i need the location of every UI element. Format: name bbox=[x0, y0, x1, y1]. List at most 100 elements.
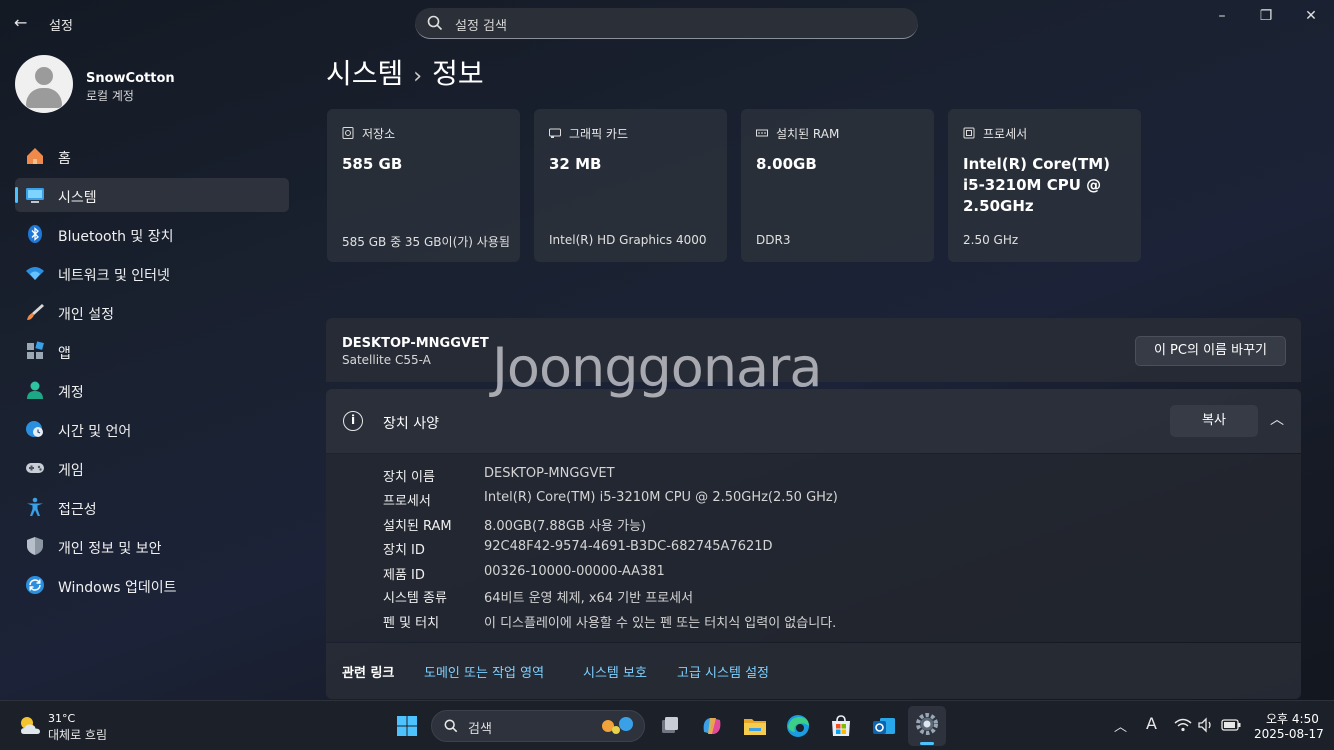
app-title: 설정 bbox=[49, 19, 73, 34]
clock-time[interactable]: 오후 4:50 bbox=[1266, 710, 1319, 727]
storage-card[interactable]: 저장소 585 GB 585 GB 중 35 GB이(가) 사용됨 bbox=[327, 109, 520, 262]
sidebar-item-time-language[interactable]: 시간 및 언어 bbox=[15, 412, 289, 446]
spec-value: 00326-10000-00000-AA381 bbox=[484, 564, 665, 579]
weather-icon[interactable] bbox=[18, 715, 44, 737]
home-icon bbox=[27, 148, 43, 164]
card-label: 그래픽 카드 bbox=[569, 127, 629, 141]
graphics-card-card[interactable]: 그래픽 카드 32 MB Intel(R) HD Graphics 4000 bbox=[534, 109, 727, 262]
sidebar-item-windows-update[interactable]: Windows 업데이트 bbox=[15, 568, 289, 602]
breadcrumb-parent[interactable]: 시스템 bbox=[326, 57, 403, 90]
sidebar-item-personalization[interactable]: 개인 설정 bbox=[15, 295, 289, 329]
profile-name: SnowCotton bbox=[86, 71, 175, 86]
battery-icon[interactable] bbox=[1221, 718, 1241, 732]
sidebar-item-accounts[interactable]: 계정 bbox=[15, 373, 289, 407]
spec-key: 시스템 종류 bbox=[383, 591, 447, 606]
link-advanced-system-settings[interactable]: 고급 시스템 설정 bbox=[677, 662, 769, 681]
wifi-icon bbox=[26, 267, 44, 280]
monitor-icon bbox=[26, 188, 44, 203]
sidebar-item-label: Bluetooth 및 장치 bbox=[58, 229, 174, 245]
arrow-left-icon[interactable]: ← bbox=[14, 14, 32, 32]
card-value: 585 GB bbox=[342, 155, 403, 173]
close-icon[interactable]: ✕ bbox=[1299, 6, 1323, 26]
store-icon[interactable] bbox=[825, 710, 857, 742]
breadcrumb: 시스템 › 정보 bbox=[326, 52, 484, 92]
spec-value: 64비트 운영 체제, x64 기반 프로세서 bbox=[484, 591, 694, 606]
copilot-icon[interactable] bbox=[696, 710, 728, 742]
brush-icon bbox=[27, 304, 44, 320]
file-explorer-icon[interactable] bbox=[739, 710, 771, 742]
sidebar-item-home[interactable]: 홈 bbox=[15, 139, 289, 173]
volume-icon[interactable] bbox=[1197, 717, 1215, 733]
accessibility-icon bbox=[27, 497, 43, 516]
card-label: 저장소 bbox=[362, 127, 396, 141]
card-value: 8.00GB bbox=[756, 155, 817, 173]
wifi-icon[interactable] bbox=[1174, 717, 1192, 733]
sidebar-item-gaming[interactable]: 게임 bbox=[15, 451, 289, 485]
sidebar-item-label: 시스템 bbox=[58, 190, 97, 206]
search-highlight-icon bbox=[602, 717, 633, 734]
graphics-card-icon bbox=[549, 128, 561, 138]
spec-value: 92C48F42-9574-4691-B3DC-682745A7621D bbox=[484, 539, 773, 554]
taskbar-search-placeholder: 검색 bbox=[468, 722, 492, 737]
bluetooth-icon bbox=[28, 225, 42, 243]
rename-pc-button[interactable]: 이 PC의 이름 바꾸기 bbox=[1135, 336, 1286, 366]
card-detail: Intel(R) HD Graphics 4000 bbox=[549, 233, 707, 247]
pc-model: Satellite C55-A bbox=[342, 353, 431, 367]
profile-account-type: 로컬 계정 bbox=[86, 89, 134, 103]
sidebar: 홈 시스템 Bluetooth 및 장치 네트워크 및 인터넷 개인 설정 앱 … bbox=[15, 139, 289, 607]
shield-icon bbox=[27, 537, 43, 555]
restore-icon[interactable]: ❐ bbox=[1254, 6, 1278, 26]
spec-value: DESKTOP-MNGGVET bbox=[484, 466, 615, 481]
apps-icon bbox=[27, 341, 44, 359]
link-system-protection[interactable]: 시스템 보호 bbox=[583, 662, 647, 681]
related-links-title: 관련 링크 bbox=[342, 666, 395, 681]
chevron-up-icon[interactable]: ︿ bbox=[1114, 716, 1127, 735]
task-view-icon[interactable] bbox=[654, 710, 686, 742]
card-label: 프로세서 bbox=[983, 127, 1028, 141]
spec-key: 장치 이름 bbox=[383, 470, 435, 485]
settings-taskbar-button[interactable] bbox=[908, 706, 946, 746]
sidebar-item-apps[interactable]: 앱 bbox=[15, 334, 289, 368]
taskbar-search[interactable]: 검색 bbox=[431, 710, 645, 742]
ime-icon[interactable]: A bbox=[1146, 714, 1157, 733]
sidebar-item-label: 홈 bbox=[58, 151, 71, 167]
title-bar: ← 설정 설정 검색 – ❐ ✕ bbox=[0, 0, 1334, 46]
card-value: 32 MB bbox=[549, 155, 602, 173]
search-icon bbox=[444, 719, 458, 733]
sidebar-item-system[interactable]: 시스템 bbox=[15, 178, 289, 212]
processor-card[interactable]: 프로세서 Intel(R) Core(TM) i5-3210M CPU @ 2.… bbox=[948, 109, 1141, 262]
edge-icon[interactable] bbox=[782, 710, 814, 742]
spec-key: 펜 및 터치 bbox=[383, 616, 440, 631]
breadcrumb-separator: › bbox=[413, 64, 423, 89]
minimize-icon[interactable]: – bbox=[1210, 6, 1234, 26]
sidebar-item-accessibility[interactable]: 접근성 bbox=[15, 490, 289, 524]
update-icon bbox=[26, 576, 44, 594]
spec-key: 설치된 RAM bbox=[383, 519, 452, 534]
sidebar-item-bluetooth[interactable]: Bluetooth 및 장치 bbox=[15, 217, 289, 251]
spec-key: 장치 ID bbox=[383, 543, 425, 558]
sidebar-item-label: 개인 설정 bbox=[58, 307, 114, 323]
sidebar-item-network[interactable]: 네트워크 및 인터넷 bbox=[15, 256, 289, 290]
spec-key: 제품 ID bbox=[383, 568, 425, 583]
person-icon bbox=[27, 381, 43, 399]
taskbar: 31°C 대체로 흐림 검색 ︿ A 오후 4:50 2025-08-17 bbox=[0, 700, 1334, 750]
chevron-up-icon[interactable]: ︿ bbox=[1268, 411, 1286, 429]
outlook-icon[interactable] bbox=[868, 710, 900, 742]
sidebar-item-privacy-security[interactable]: 개인 정보 및 보안 bbox=[15, 529, 289, 563]
page-title: 정보 bbox=[432, 57, 484, 90]
card-label: 설치된 RAM bbox=[776, 127, 840, 141]
clock-date[interactable]: 2025-08-17 bbox=[1254, 727, 1324, 741]
sidebar-item-label: 개인 정보 및 보안 bbox=[58, 541, 162, 557]
sidebar-item-label: 게임 bbox=[58, 463, 84, 479]
info-icon: i bbox=[343, 411, 363, 431]
search-input[interactable]: 설정 검색 bbox=[415, 8, 918, 39]
spec-value: 8.00GB(7.88GB 사용 가능) bbox=[484, 519, 647, 534]
link-domain-workgroup[interactable]: 도메인 또는 작업 영역 bbox=[424, 662, 544, 681]
search-icon bbox=[427, 15, 443, 31]
ram-card[interactable]: 설치된 RAM 8.00GB DDR3 bbox=[741, 109, 934, 262]
pc-name: DESKTOP-MNGGVET bbox=[342, 336, 489, 351]
windows-start-icon[interactable] bbox=[391, 710, 423, 742]
settings-icon bbox=[916, 713, 938, 735]
device-specs-body: 장치 이름 DESKTOP-MNGGVET 프로세서 Intel(R) Core… bbox=[326, 454, 1301, 642]
copy-button[interactable]: 복사 bbox=[1170, 405, 1258, 437]
